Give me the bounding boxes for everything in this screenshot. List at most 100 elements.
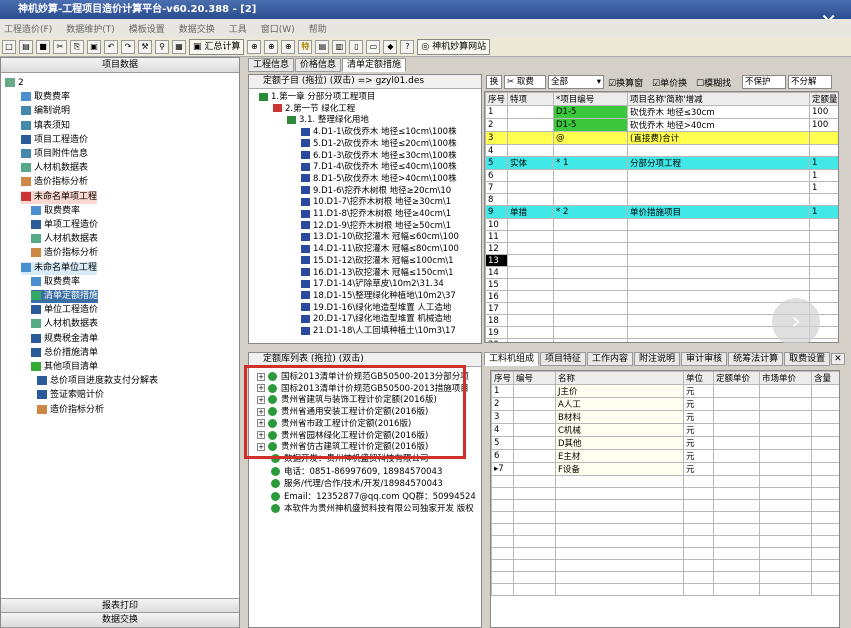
materials-cell[interactable] bbox=[713, 410, 760, 424]
materials-cell[interactable] bbox=[513, 397, 556, 411]
bill-cell[interactable]: 8 bbox=[485, 193, 508, 206]
bill-cell[interactable]: * 2 bbox=[553, 205, 628, 219]
tree-item[interactable]: 其他项目清单 bbox=[31, 361, 98, 374]
quota-item[interactable]: 13.D1-10\砍挖灌木 冠幅≤60cm\100 bbox=[301, 232, 459, 243]
tree-item[interactable]: 项目工程造价 bbox=[21, 134, 88, 147]
quota-item[interactable]: 2.第一节 绿化工程 bbox=[273, 104, 355, 115]
tree-item[interactable]: 规费税金清单 bbox=[31, 333, 98, 346]
redo-icon[interactable]: ↷ bbox=[121, 39, 135, 54]
bill-cell[interactable] bbox=[627, 193, 810, 206]
tree-item[interactable]: 清单定额措施 bbox=[31, 290, 99, 303]
bill-cell[interactable] bbox=[809, 131, 838, 145]
bill-cell[interactable] bbox=[507, 242, 554, 255]
materials-cell[interactable]: J主价 bbox=[555, 384, 684, 398]
bill-cell[interactable]: (直接费)合计 bbox=[627, 131, 810, 145]
bill-cell[interactable] bbox=[507, 105, 554, 119]
bill-cell[interactable] bbox=[627, 254, 810, 267]
materials-cell[interactable]: 6 bbox=[491, 449, 514, 463]
bill-cell[interactable] bbox=[507, 254, 554, 267]
menu-item-data[interactable]: 数据维护(T) bbox=[66, 22, 115, 35]
fee-button[interactable]: ✂ 取费 bbox=[504, 75, 546, 89]
chk-unitprice[interactable]: ☑单价换 bbox=[652, 76, 687, 89]
materials-col-header[interactable]: 名称 bbox=[555, 371, 684, 385]
materials-cell[interactable]: 元 bbox=[683, 462, 714, 476]
materials-col-header[interactable]: 单位 bbox=[683, 371, 714, 385]
bill-cell[interactable]: 4 bbox=[485, 144, 508, 157]
bill-col-header[interactable]: 特项 bbox=[507, 92, 554, 106]
help-icon[interactable]: ? bbox=[400, 39, 415, 54]
special-button[interactable]: 特 bbox=[298, 39, 313, 54]
bill-cell[interactable]: 12 bbox=[485, 242, 508, 255]
materials-cell[interactable]: 2 bbox=[491, 397, 514, 411]
quota-item[interactable]: 15.D1-12\砍挖灌木 冠幅≤100cm\1 bbox=[301, 256, 454, 267]
quota-item[interactable]: 5.D1-2\砍伐乔木 地径≤20cm\100株 bbox=[301, 139, 457, 150]
bottom-tab[interactable]: 附注说明 bbox=[634, 352, 681, 366]
bill-cell[interactable] bbox=[809, 338, 838, 342]
bill-cell[interactable]: 15 bbox=[485, 278, 508, 291]
cut-icon[interactable]: ✂ bbox=[53, 39, 67, 54]
materials-cell[interactable] bbox=[713, 423, 760, 437]
materials-cell[interactable]: 元 bbox=[683, 397, 714, 411]
bill-cell[interactable] bbox=[627, 230, 810, 243]
tree-item[interactable]: 总价措施清单 bbox=[31, 347, 98, 360]
bill-cell[interactable]: 11 bbox=[485, 230, 508, 243]
layout-icon[interactable]: ▯ bbox=[349, 39, 364, 54]
tree-item[interactable]: 未命名单项工程 bbox=[21, 190, 98, 204]
bill-cell[interactable] bbox=[627, 181, 810, 194]
table-row[interactable]: 3 @ (直接费)合计 bbox=[485, 131, 838, 145]
quota-item[interactable]: 1.第一章 分部分项工程项目 bbox=[259, 92, 375, 103]
website-button[interactable]: ◎ 神机妙算网站 bbox=[417, 38, 491, 55]
paste-icon[interactable]: ▣ bbox=[87, 39, 101, 54]
quota-item[interactable]: 9.D1-6\挖乔木树根 地径≥20cm\10 bbox=[301, 186, 451, 197]
bill-cell[interactable] bbox=[553, 338, 628, 342]
materials-cell[interactable] bbox=[811, 397, 839, 411]
calc-icon-3[interactable]: ⊕ bbox=[281, 39, 296, 54]
table-row[interactable]: 5 实体 * 1 分部分项工程 1 bbox=[485, 156, 838, 170]
quota-item[interactable]: 11.D1-8\挖乔木树根 地径≥40cm\1 bbox=[301, 209, 451, 220]
quota-item[interactable]: 18.D1-15\整理绿化种植地\10m2\37 bbox=[301, 291, 456, 302]
materials-cell[interactable] bbox=[713, 449, 760, 463]
materials-cell[interactable] bbox=[713, 462, 760, 476]
materials-cell[interactable]: F设备 bbox=[555, 462, 684, 476]
materials-col-header[interactable]: 编号 bbox=[513, 371, 556, 385]
table-row[interactable]: 6 E主材元 bbox=[491, 449, 839, 463]
tree-item[interactable]: 取费费率 bbox=[31, 276, 80, 289]
materials-cell[interactable] bbox=[513, 462, 556, 476]
bill-cell[interactable] bbox=[627, 242, 810, 255]
layout2-icon[interactable]: ▭ bbox=[366, 39, 381, 54]
bill-cell[interactable]: 100 bbox=[809, 118, 838, 132]
materials-cell[interactable] bbox=[811, 462, 839, 476]
bill-cell[interactable]: 单措 bbox=[507, 205, 554, 219]
quota-item[interactable]: 7.D1-4\砍伐乔木 地径≤40cm\100株 bbox=[301, 162, 457, 173]
table-row[interactable]: 8 bbox=[485, 193, 838, 206]
quota-item[interactable]: 17.D1-14\铲除草皮\10m2\31.34 bbox=[301, 279, 444, 290]
materials-cell[interactable]: 元 bbox=[683, 410, 714, 424]
bill-cell[interactable] bbox=[553, 242, 628, 255]
bill-col-header[interactable]: 序号 bbox=[485, 92, 508, 106]
materials-col-header[interactable]: 序号 bbox=[491, 371, 514, 385]
materials-cell[interactable]: ▸7 bbox=[491, 462, 514, 476]
bill-cell[interactable] bbox=[809, 266, 838, 279]
materials-col-header[interactable]: 定额单价 bbox=[713, 371, 760, 385]
bill-cell[interactable] bbox=[553, 218, 628, 231]
table-row[interactable]: 1 J主价元 bbox=[491, 384, 839, 398]
bill-cell[interactable] bbox=[627, 278, 810, 291]
bill-cell[interactable] bbox=[553, 144, 628, 157]
tool-icon[interactable]: ⚒ bbox=[138, 39, 152, 54]
materials-cell[interactable] bbox=[713, 384, 760, 398]
scroll-arrow-icon[interactable]: › bbox=[772, 298, 820, 346]
summary-calc-button[interactable]: ▣ 汇总计算 bbox=[189, 38, 245, 55]
bill-col-header[interactable]: *项目编号 bbox=[553, 92, 628, 106]
tree-item[interactable]: 单项工程造价 bbox=[31, 219, 98, 232]
bottom-tab[interactable]: 统筹法计算 bbox=[728, 352, 784, 366]
tree-item[interactable]: 填表须知 bbox=[21, 120, 70, 133]
materials-cell[interactable]: 元 bbox=[683, 384, 714, 398]
bill-cell[interactable]: 1 bbox=[809, 181, 838, 194]
table-row[interactable]: 2 A人工元 bbox=[491, 397, 839, 411]
materials-cell[interactable] bbox=[811, 384, 839, 398]
tree-item[interactable]: 造价指标分析 bbox=[37, 404, 104, 417]
bill-cell[interactable]: 1 bbox=[809, 169, 838, 182]
grid-icon[interactable]: ▦ bbox=[172, 39, 186, 54]
bill-cell[interactable]: @ bbox=[553, 131, 628, 145]
bottom-tab[interactable]: 审计审核 bbox=[681, 352, 728, 366]
